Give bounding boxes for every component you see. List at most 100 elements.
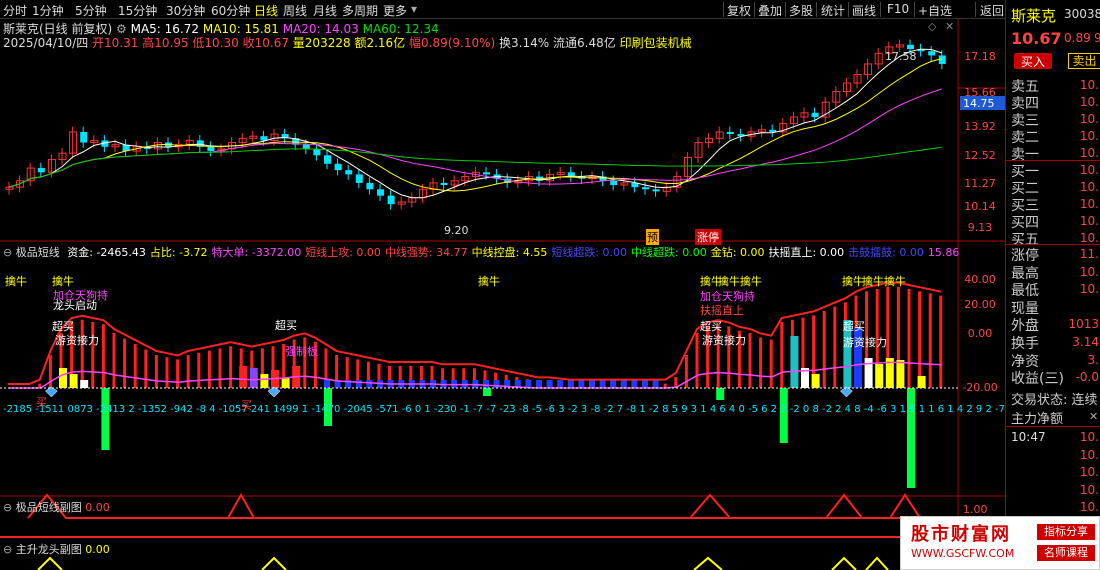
diamond-icon[interactable]: ◇ [928, 20, 936, 33]
candle-body [324, 155, 331, 164]
row-value: 10. [1079, 500, 1099, 514]
quote-row: 卖四 10. [1006, 93, 1100, 112]
candlestick-series [5, 39, 946, 210]
indicator-block [811, 374, 820, 388]
period-tab-more[interactable]: 更多 [383, 2, 407, 19]
indicator-block [69, 374, 78, 388]
signal-label: 游资接力 [843, 336, 887, 349]
toolbar-divider [723, 2, 724, 17]
signal-label: 买 [241, 399, 252, 412]
price-pct: 9 [1094, 31, 1100, 45]
indicator-bar-blue [642, 380, 648, 388]
indicator1-value: 占比: -3.72 [149, 246, 208, 259]
candle-body [769, 129, 777, 132]
row-value: 10. [1079, 264, 1099, 279]
indicator2-axis-label: 1.00 [963, 503, 988, 516]
indicator1-value: 中线超跌: 0.00 [631, 246, 707, 259]
row-value: 10. [1079, 482, 1099, 497]
close-icon[interactable]: ✕ [1089, 410, 1098, 423]
period-tab-30min[interactable]: 30分钟 [166, 2, 205, 19]
candle-body [811, 112, 819, 118]
chevron-down-icon[interactable]: ▾ [411, 2, 417, 16]
row-value: 10. [1079, 214, 1099, 228]
buy-button[interactable]: 买入 [1014, 53, 1052, 69]
price-change: 0.89 [1064, 31, 1091, 45]
signal-label: 扶摇直上 [700, 304, 744, 317]
close-value: 收10.67 [242, 36, 289, 50]
dragon-signal-triangle [37, 556, 63, 570]
indicator-axis-tick: -20.00 [962, 381, 997, 394]
watermark-tag-indicators[interactable]: 指标分享 [1037, 524, 1095, 540]
collapse-icon[interactable]: ⊖ [3, 246, 12, 259]
collapse-icon[interactable]: ⊖ [3, 501, 12, 514]
indicator-bar-blue [652, 380, 659, 388]
collapse-icon[interactable]: ⊖ [3, 543, 12, 556]
sell-button[interactable]: 卖出 [1068, 53, 1100, 69]
overlay-button[interactable]: 叠加 [758, 2, 782, 19]
row-value: 10. [1079, 282, 1099, 297]
signal-label: 超买 [843, 320, 865, 333]
tick-row: 10. [1006, 498, 1100, 515]
dragon-signal-triangle [261, 556, 287, 570]
period-tab-timeshare[interactable]: 分时 [3, 2, 27, 19]
stats-button[interactable]: 统计 [821, 2, 845, 19]
watermark-tag-courses[interactable]: 名师课程 [1037, 545, 1095, 561]
add-watchlist-button[interactable]: +自选 [918, 2, 952, 19]
period-tab-monthly[interactable]: 月线 [313, 2, 337, 19]
quote-row: 买三 10. [1006, 195, 1100, 214]
indicator1-title[interactable]: 极品短线 [16, 246, 60, 259]
period-tab-multi[interactable]: 多周期 [342, 2, 378, 19]
price-axis-tick: 17.18 [964, 50, 996, 63]
indicator-block [896, 360, 905, 388]
quote-row: 涨停 11. [1006, 245, 1100, 264]
dragon-signal-triangle [831, 556, 857, 570]
indicator3-title[interactable]: 主升龙头副图 [16, 543, 82, 556]
candle-body [726, 131, 734, 135]
signal-label: 擒牛擒牛 [862, 275, 906, 288]
high-value: 高10.95 [142, 36, 189, 50]
f10-button[interactable]: F10 [887, 2, 909, 16]
row-value: 10. [1079, 95, 1099, 109]
period-tab-daily[interactable]: 日线 [254, 2, 278, 19]
period-tab-1min[interactable]: 1分钟 [32, 2, 64, 19]
indicator-bar-green [483, 388, 491, 396]
net-inflow-label[interactable]: 主力净额 [1011, 408, 1063, 427]
indicator1-header: ⊖ 极品短线 资金: -2465.43 占比: -3.72 特大单: -3372.0… [3, 244, 959, 260]
row-value: 10. [1079, 180, 1099, 194]
period-tab-weekly[interactable]: 周线 [283, 2, 307, 19]
indicator-bar-blue [567, 380, 574, 388]
indicator-axis-tick: 20.00 [964, 298, 996, 311]
adjust-button[interactable]: 复权 [727, 2, 751, 19]
stock-name: 斯莱克 [1011, 7, 1057, 25]
period-tab-5min[interactable]: 5分钟 [75, 2, 107, 19]
row-value: 11. [1079, 247, 1099, 261]
indicator-block [875, 364, 884, 388]
indicator1-value: 短线超跌: 0.00 [551, 246, 628, 259]
candle-body [260, 136, 268, 141]
multi-stock-button[interactable]: 多股 [789, 2, 813, 19]
candle-body [334, 163, 342, 171]
quote-row: 最低 10. [1006, 280, 1100, 299]
tick-divider [1006, 426, 1100, 427]
draw-line-button[interactable]: 画线 [852, 2, 876, 19]
indicator-bar-blue [610, 380, 617, 388]
period-tab-60min[interactable]: 60分钟 [211, 2, 250, 19]
close-icon[interactable]: ✕ [945, 20, 954, 33]
price-marker-label: 14.75 [963, 97, 995, 110]
row-value: 10. [1079, 146, 1099, 160]
signal-label: 游资接力 [55, 334, 99, 347]
quote-sidebar: 斯莱克 300382 10.67 0.89 9 买入 卖出 卖五10.卖四10.… [1005, 0, 1100, 570]
book-divider [1006, 160, 1100, 161]
indicator-block [80, 380, 89, 388]
price-axis-tick: 10.14 [964, 200, 996, 213]
back-button[interactable]: 返回 [980, 2, 1004, 19]
candle-body [440, 182, 448, 186]
row-value: 10. [1079, 465, 1099, 479]
indicator2-value: 0.00 [85, 501, 110, 514]
price-axis: 17.1815.6613.9212.5211.2710.149.1314.75 [960, 50, 1005, 234]
indicator2-title[interactable]: 极品短线副图 [16, 501, 82, 514]
signal-label: 强制板 [285, 345, 318, 358]
indicator-block [281, 378, 290, 388]
candle-body [313, 148, 321, 156]
period-tab-15min[interactable]: 15分钟 [118, 2, 157, 19]
